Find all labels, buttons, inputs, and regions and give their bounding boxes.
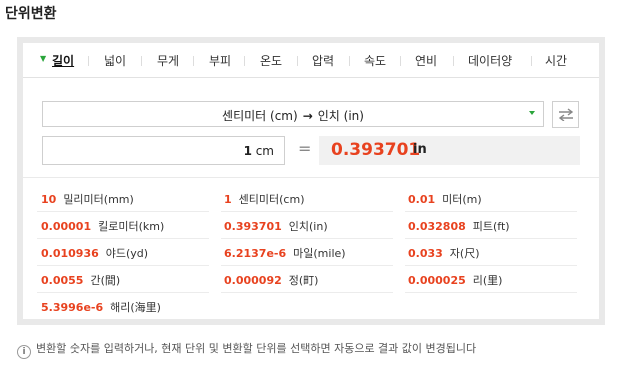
tab-length[interactable]: ▼ 길이 — [40, 52, 75, 69]
result-cell: 0.010936 야드(yd) — [41, 245, 148, 261]
tab-separator — [531, 56, 532, 66]
tab-separator — [141, 56, 142, 66]
result-cell-value: 0.000025 — [408, 274, 466, 287]
result-cell: 0.000092 정(町) — [224, 272, 318, 288]
page-title: 단위변환 — [5, 6, 57, 22]
swap-arrows-icon — [558, 108, 574, 121]
arrow-right-icon: → — [302, 109, 313, 123]
result-cell-value: 10 — [41, 193, 57, 206]
row-divider — [405, 292, 577, 293]
tab-area[interactable]: 넓이 — [104, 52, 126, 69]
result-cell-value: 0.0055 — [41, 274, 84, 287]
result-cell-unit: 센티미터(cm) — [238, 193, 305, 206]
result-cell-unit: 간(間) — [90, 274, 121, 287]
result-cell-unit: 밀리미터(mm) — [63, 193, 134, 206]
result-cell: 0.393701 인치(in) — [224, 218, 328, 234]
tab-label: 길이 — [52, 54, 75, 68]
result-cell-value: 0.01 — [408, 193, 436, 206]
result-cell-value: 0.032808 — [408, 220, 466, 233]
tab-separator — [88, 56, 89, 66]
result-cell: 0.01 미터(m) — [408, 191, 482, 207]
row-divider — [37, 292, 209, 293]
chevron-down-icon — [529, 111, 535, 115]
result-cell-unit: 야드(yd) — [105, 247, 149, 260]
row-divider — [221, 265, 393, 266]
row-divider — [405, 238, 577, 239]
row-divider — [221, 238, 393, 239]
row-divider — [37, 238, 209, 239]
result-cell-unit: 리(里) — [472, 274, 503, 287]
tab-separator — [453, 56, 454, 66]
input-unit: cm — [255, 144, 274, 158]
swap-units-button[interactable] — [552, 101, 579, 128]
result-cell-unit: 정(町) — [288, 274, 319, 287]
unit-category-tabs: ▼ 길이 넓이 무게 부피 온도 압력 속도 연비 데이터양 시간 — [23, 43, 599, 78]
row-divider — [405, 265, 577, 266]
result-cell: 10 밀리미터(mm) — [41, 191, 134, 207]
result-cell-unit: 킬로미터(km) — [98, 220, 165, 233]
tab-separator — [244, 56, 245, 66]
result-cell-value: 0.00001 — [41, 220, 92, 233]
to-unit: 인치 (in) — [317, 109, 364, 123]
result-cell-unit: 마일(mile) — [293, 247, 346, 260]
result-cell-unit: 인치(in) — [288, 220, 328, 233]
result-cell: 0.032808 피트(ft) — [408, 218, 510, 234]
converter-body: ▼ 길이 넓이 무게 부피 온도 압력 속도 연비 데이터양 시간 센티미터 (c… — [23, 43, 599, 319]
info-icon: i — [17, 345, 31, 359]
result-cell-value: 0.010936 — [41, 247, 99, 260]
row-divider — [221, 211, 393, 212]
tab-time[interactable]: 시간 — [545, 52, 567, 69]
result-box: 0.393701 in — [319, 136, 580, 165]
tab-fuel-efficiency[interactable]: 연비 — [415, 52, 437, 69]
result-cell: 6.2137e-6 마일(mile) — [224, 245, 346, 261]
tab-pressure[interactable]: 압력 — [312, 52, 334, 69]
unit-pair-select[interactable]: 센티미터 (cm) → 인치 (in) — [42, 101, 544, 127]
result-cell-unit: 피트(ft) — [472, 220, 510, 233]
result-cell-value: 1 — [224, 193, 232, 206]
result-cell-unit: 해리(海里) — [110, 301, 161, 314]
tab-separator — [193, 56, 194, 66]
result-cell-value: 0.393701 — [224, 220, 282, 233]
value-input[interactable]: 1 cm — [42, 136, 285, 165]
result-cell-value: 6.2137e-6 — [224, 247, 287, 260]
result-cell-value: 0.033 — [408, 247, 443, 260]
result-cell: 0.033 자(尺) — [408, 245, 480, 261]
result-cell-value: 5.3996e-6 — [41, 301, 104, 314]
tab-temperature[interactable]: 온도 — [260, 52, 282, 69]
tab-data-size[interactable]: 데이터양 — [468, 52, 512, 69]
tab-separator — [400, 56, 401, 66]
tab-separator — [349, 56, 350, 66]
row-divider — [37, 211, 209, 212]
result-cell-unit: 미터(m) — [442, 193, 482, 206]
tab-speed[interactable]: 속도 — [364, 52, 386, 69]
result-value: 0.393701 — [331, 140, 421, 160]
tab-separator — [297, 56, 298, 66]
help-note: i 변환할 숫자를 입력하거나, 현재 단위 및 변환할 단위를 선택하면 자동으… — [17, 340, 476, 359]
help-note-text: 변환할 숫자를 입력하거나, 현재 단위 및 변환할 단위를 선택하면 자동으로… — [36, 342, 477, 355]
result-cell: 0.000025 리(里) — [408, 272, 502, 288]
result-cell: 1 센티미터(cm) — [224, 191, 304, 207]
unit-converter-panel: ▼ 길이 넓이 무게 부피 온도 압력 속도 연비 데이터양 시간 센티미터 (c… — [17, 37, 605, 325]
tab-weight[interactable]: 무게 — [157, 52, 179, 69]
from-unit: 센티미터 (cm) — [222, 109, 298, 123]
tab-active-marker-icon: ▼ — [40, 54, 47, 63]
tab-volume[interactable]: 부피 — [209, 52, 231, 69]
unit-pair-text: 센티미터 (cm) → 인치 (in) — [43, 107, 543, 124]
result-cell: 0.00001 킬로미터(km) — [41, 218, 164, 234]
result-cell-unit: 자(尺) — [449, 247, 480, 260]
result-cell-value: 0.000092 — [224, 274, 282, 287]
result-cell: 5.3996e-6 해리(海里) — [41, 299, 161, 315]
divider — [23, 177, 599, 178]
result-unit: in — [413, 142, 427, 157]
row-divider — [37, 265, 209, 266]
equals-sign: = — [298, 139, 312, 158]
result-cell: 0.0055 간(間) — [41, 272, 120, 288]
row-divider — [405, 211, 577, 212]
input-value[interactable]: 1 — [244, 144, 252, 158]
row-divider — [221, 292, 393, 293]
